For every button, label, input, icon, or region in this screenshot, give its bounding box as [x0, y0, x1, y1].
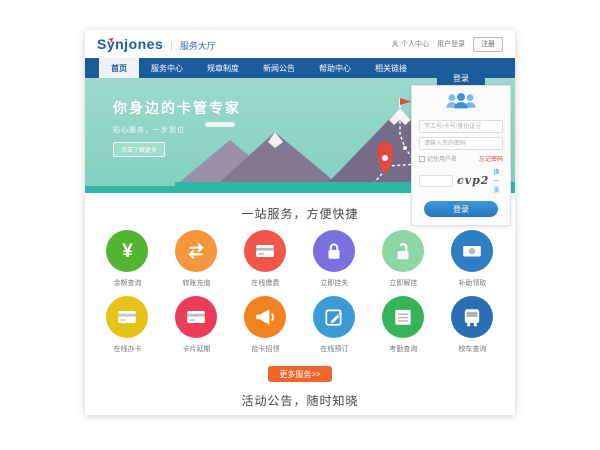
service-pay-online[interactable]: 在线缴费	[231, 230, 300, 288]
user-login-link[interactable]: 用户登录	[437, 39, 465, 49]
service-online-booking[interactable]: 在线预订	[300, 296, 369, 354]
nav-item-news[interactable]: 新闻公告	[251, 58, 307, 78]
service-attendance[interactable]: 考勤查询	[369, 296, 438, 354]
user-login-label: 用户登录	[437, 39, 465, 49]
yuan-icon: ¥	[122, 242, 133, 261]
unlock-icon	[392, 240, 414, 262]
header-links: 个人中心 用户登录 注册	[391, 37, 503, 52]
banner-subtitle: 贴心服务，一步到位	[113, 125, 241, 135]
users-group-icon	[444, 92, 478, 110]
person-icon	[391, 40, 399, 48]
remember-checkbox[interactable]	[419, 156, 425, 162]
captcha-image[interactable]: cvp2	[457, 174, 489, 187]
service-lost-found[interactable]: 拾卡招领	[231, 296, 300, 354]
service-balance[interactable]: ¥ 余额查询	[93, 230, 162, 288]
service-transfer[interactable]: 转账充值	[162, 230, 231, 288]
service-report-loss[interactable]: 立即挂失	[300, 230, 369, 288]
site-name: 服务大厅	[180, 39, 216, 52]
user-center-label: 个人中心	[401, 39, 429, 49]
bus-icon	[461, 306, 483, 328]
service-apply-card[interactable]: 在线办卡	[93, 296, 162, 354]
remember-label: 记住用户名	[427, 154, 457, 163]
login-panel: 登录 记住用户名 忘记密码 cvp2 换一张 登录	[411, 72, 511, 226]
services-grid: ¥ 余额查询 转账充值 在线缴费	[85, 230, 515, 362]
logo[interactable]: Synjones ➤ | 服务大厅	[97, 36, 216, 52]
list-icon	[392, 306, 414, 328]
edit-icon	[323, 306, 345, 328]
announcements-section: 活动公告，随时知晓 使用须知 最新公告 更多>> 使用指南 更多>>	[85, 392, 515, 415]
login-submit-button[interactable]: 登录	[424, 201, 498, 217]
transfer-arrows-icon	[185, 240, 207, 262]
service-school-bus[interactable]: 校车查询	[438, 296, 507, 354]
bank-card-icon	[254, 240, 276, 262]
banner-title: 你身边的卡管专家	[113, 98, 241, 118]
banner-cta-button[interactable]: 点击了解更多	[113, 142, 165, 157]
username-input[interactable]	[419, 120, 503, 133]
password-input[interactable]	[419, 137, 503, 150]
service-card-renewal[interactable]: 卡片延期	[162, 296, 231, 354]
card-icon	[116, 306, 138, 328]
login-tab[interactable]: 登录	[437, 72, 485, 85]
megaphone-icon	[254, 306, 276, 328]
captcha-refresh-link[interactable]: 换一张	[493, 167, 503, 194]
announcements-title: 活动公告，随时知晓	[85, 392, 515, 409]
nav-item-home[interactable]: 首页	[99, 58, 139, 78]
user-center-link[interactable]: 个人中心	[391, 39, 429, 49]
captcha-input[interactable]	[419, 175, 453, 187]
nav-item-rules[interactable]: 规章制度	[195, 58, 251, 78]
lock-icon	[323, 240, 345, 262]
forgot-password-link[interactable]: 忘记密码	[479, 154, 503, 163]
card-icon	[185, 306, 207, 328]
banknote-icon	[461, 240, 483, 262]
more-services-button[interactable]: 更多服务>>	[268, 366, 332, 382]
nav-item-service-center[interactable]: 服务中心	[139, 58, 195, 78]
header: Synjones ➤ | 服务大厅 个人中心 用户登录 注册	[85, 30, 515, 58]
service-subsidy[interactable]: 补助领取	[438, 230, 507, 288]
register-button[interactable]: 注册	[473, 37, 503, 52]
site-mockup: Synjones ➤ | 服务大厅 个人中心 用户登录 注册 首页 服务中心 规…	[85, 30, 515, 415]
divider: |	[170, 41, 173, 52]
nav-item-help[interactable]: 帮助中心	[307, 58, 363, 78]
service-unsuspend[interactable]: 立即解挂	[369, 230, 438, 288]
